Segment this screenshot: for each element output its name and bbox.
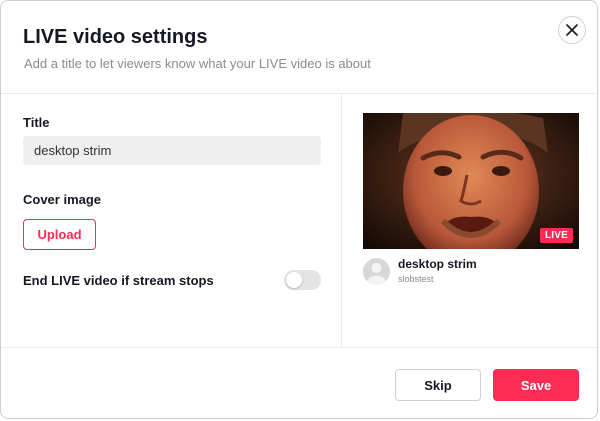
user-silhouette-icon xyxy=(367,263,386,285)
stream-preview-thumbnail: LIVE xyxy=(363,113,579,249)
toggle-knob xyxy=(286,272,302,288)
end-live-label: End LIVE video if stream stops xyxy=(23,273,214,288)
cover-image-label: Cover image xyxy=(23,192,102,207)
dialog-subtitle: Add a title to let viewers know what you… xyxy=(24,56,371,71)
skip-button[interactable]: Skip xyxy=(395,369,481,401)
live-badge: LIVE xyxy=(539,228,573,243)
dialog-title: LIVE video settings xyxy=(23,26,208,48)
end-live-toggle[interactable] xyxy=(284,270,321,290)
close-button[interactable] xyxy=(558,16,586,44)
preview-stream-title: desktop strim xyxy=(398,257,477,271)
preview-username: slobstest xyxy=(398,274,434,284)
settings-form: Title Cover image Upload End LIVE video … xyxy=(1,93,342,347)
live-settings-dialog: LIVE video settings Add a title to let v… xyxy=(0,0,598,419)
upload-button[interactable]: Upload xyxy=(23,219,96,250)
title-input[interactable] xyxy=(23,136,321,165)
close-icon xyxy=(566,24,578,36)
avatar xyxy=(363,258,390,285)
title-label: Title xyxy=(23,115,50,130)
dialog-header: LIVE video settings Add a title to let v… xyxy=(1,1,597,94)
dialog-footer: Skip Save xyxy=(1,347,597,418)
save-button[interactable]: Save xyxy=(493,369,579,401)
